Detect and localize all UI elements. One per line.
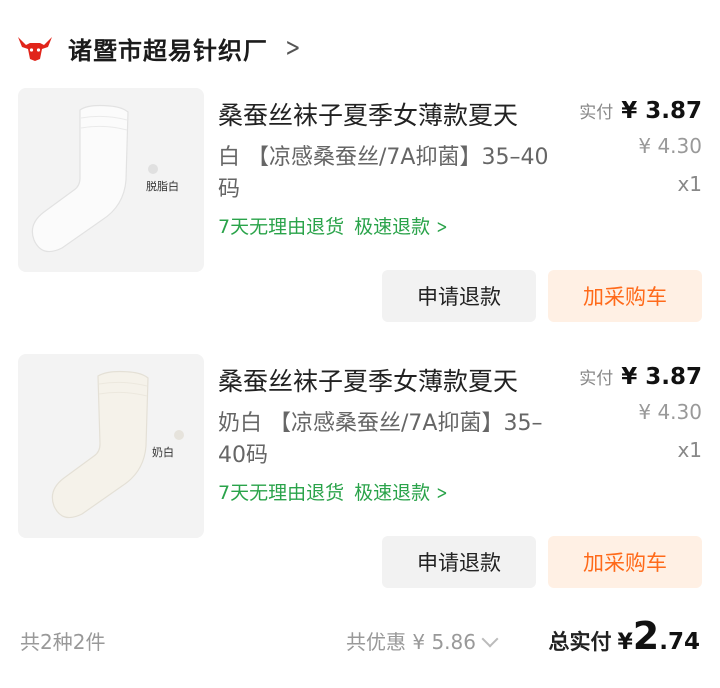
- original-price: ¥ 4.30: [638, 134, 702, 158]
- price-block: 实付 ¥ 3.87 ¥ 4.30 x1: [579, 98, 702, 196]
- total-currency: ¥: [617, 630, 633, 655]
- total-integer: 2: [632, 614, 660, 658]
- sock-image: [51, 370, 149, 519]
- refund-button[interactable]: 申请退款: [382, 270, 536, 322]
- product-spec: 奶白 【凉感桑蚕丝/7A抑菌】35–40码: [218, 411, 543, 468]
- swatch-label: 脱脂白: [146, 180, 179, 193]
- discount-text: 共优惠 ¥ 5.86: [346, 630, 476, 654]
- chevron-down-icon: [481, 630, 499, 648]
- swatch-dot: [148, 164, 158, 174]
- product-thumbnail[interactable]: 奶白: [18, 354, 204, 538]
- return-policy-text: 7天无理由退货: [218, 482, 345, 504]
- quantity: x1: [677, 172, 702, 196]
- fast-refund-text: 极速退款: [354, 216, 431, 238]
- original-price: ¥ 4.30: [638, 400, 702, 424]
- discount-toggle[interactable]: 共优惠 ¥ 5.86: [346, 626, 499, 655]
- return-policy[interactable]: 7天无理由退货 极速退款 >: [218, 212, 450, 239]
- swatch-label: 奶白: [152, 446, 174, 459]
- chevron-right-icon: >: [285, 33, 301, 63]
- add-to-cart-button[interactable]: 加采购车: [548, 270, 702, 322]
- item-count: 共2种2件: [20, 630, 106, 654]
- refund-button[interactable]: 申请退款: [382, 536, 536, 588]
- shop-name: 诸暨市超易针织厂: [68, 36, 268, 65]
- total-decimal: .74: [659, 629, 700, 655]
- chevron-right-icon: >: [436, 216, 448, 238]
- actual-price-label: 实付: [579, 103, 614, 123]
- return-policy[interactable]: 7天无理由退货 极速退款 >: [218, 478, 450, 505]
- actual-price-label: 实付: [579, 369, 614, 389]
- fast-refund-text: 极速退款: [354, 482, 431, 504]
- price-block: 实付 ¥ 3.87 ¥ 4.30 x1: [579, 364, 702, 462]
- actual-price: ¥ 3.87: [621, 98, 702, 124]
- product-thumbnail[interactable]: 脱脂白: [18, 88, 204, 272]
- order-summary: 共2种2件 共优惠 ¥ 5.86 总实付 ¥2.74: [0, 612, 720, 668]
- product-title[interactable]: 桑蚕丝袜子夏季女薄款夏天: [218, 96, 518, 132]
- product-spec: 白 【凉感桑蚕丝/7A抑菌】35–40码: [218, 145, 549, 202]
- actual-price: ¥ 3.87: [621, 364, 702, 390]
- chevron-right-icon: >: [436, 482, 448, 504]
- shop-header[interactable]: 诸暨市超易针织厂 >: [16, 26, 304, 70]
- order-item: 脱脂白 桑蚕丝袜子夏季女薄款夏天 白 【凉感桑蚕丝/7A抑菌】35–40码 7天…: [0, 88, 720, 328]
- bull-head-icon: [18, 37, 52, 61]
- add-to-cart-button[interactable]: 加采购车: [548, 536, 702, 588]
- total-paid: 总实付 ¥2.74: [548, 614, 700, 658]
- swatch-dot: [174, 430, 184, 440]
- return-policy-text: 7天无理由退货: [218, 216, 345, 238]
- order-item: 奶白 桑蚕丝袜子夏季女薄款夏天 奶白 【凉感桑蚕丝/7A抑菌】35–40码 7天…: [0, 354, 720, 594]
- total-label: 总实付: [548, 630, 612, 654]
- quantity: x1: [677, 438, 702, 462]
- product-title[interactable]: 桑蚕丝袜子夏季女薄款夏天: [218, 362, 518, 398]
